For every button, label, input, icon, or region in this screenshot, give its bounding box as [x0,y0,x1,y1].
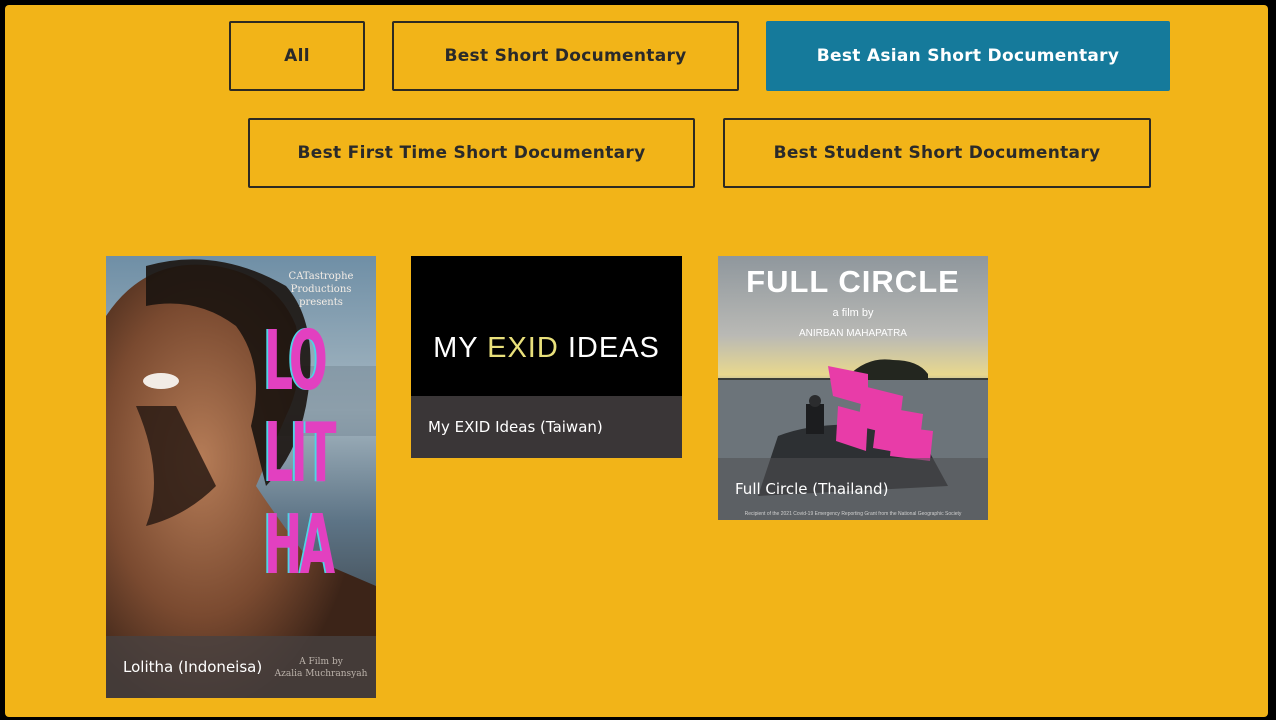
filter-best-first-time-short-documentary-button[interactable]: Best First Time Short Documentary [248,118,695,188]
lolitha-poster-image [106,256,376,698]
filter-all-button[interactable]: All [229,21,365,91]
full-circle-poster-title: FULL CIRCLE [746,264,960,299]
film-caption: My EXID Ideas (Taiwan) [428,418,603,436]
film-card-my-exid-ideas[interactable]: MY EXID IDEAS My EXID Ideas (Taiwan) [411,256,682,458]
filter-best-student-short-documentary-button[interactable]: Best Student Short Documentary [723,118,1151,188]
lolitha-presenter-text: CATastrophe Productions presents [288,271,354,308]
my-exid-ideas-poster-title: MY EXID IDEAS [433,332,660,364]
film-card-full-circle[interactable]: FULL CIRCLE a film by ANIRBAN MAHAPATRA … [718,256,988,520]
filter-best-short-documentary-button[interactable]: Best Short Documentary [392,21,739,91]
film-caption: Lolitha (Indoneisa) [123,658,263,676]
full-circle-poster-subtitle: a film by [832,307,874,319]
lolitha-credit-text: A Film by Azalia Muchransyah [274,657,368,679]
full-circle-poster-footer: Recipient of the 2021 Covid-19 Emergency… [744,511,962,517]
film-card-lolitha[interactable]: CATastrophe Productions presents LO LIT … [106,256,376,698]
film-caption: Full Circle (Thailand) [735,480,889,498]
lolitha-poster-title: LO LIT HA [264,314,336,593]
filter-best-asian-short-documentary-button[interactable]: Best Asian Short Documentary [766,21,1170,91]
page-background: All Best Short Documentary Best Asian Sh… [5,5,1268,717]
full-circle-poster-director: ANIRBAN MAHAPATRA [799,328,907,339]
